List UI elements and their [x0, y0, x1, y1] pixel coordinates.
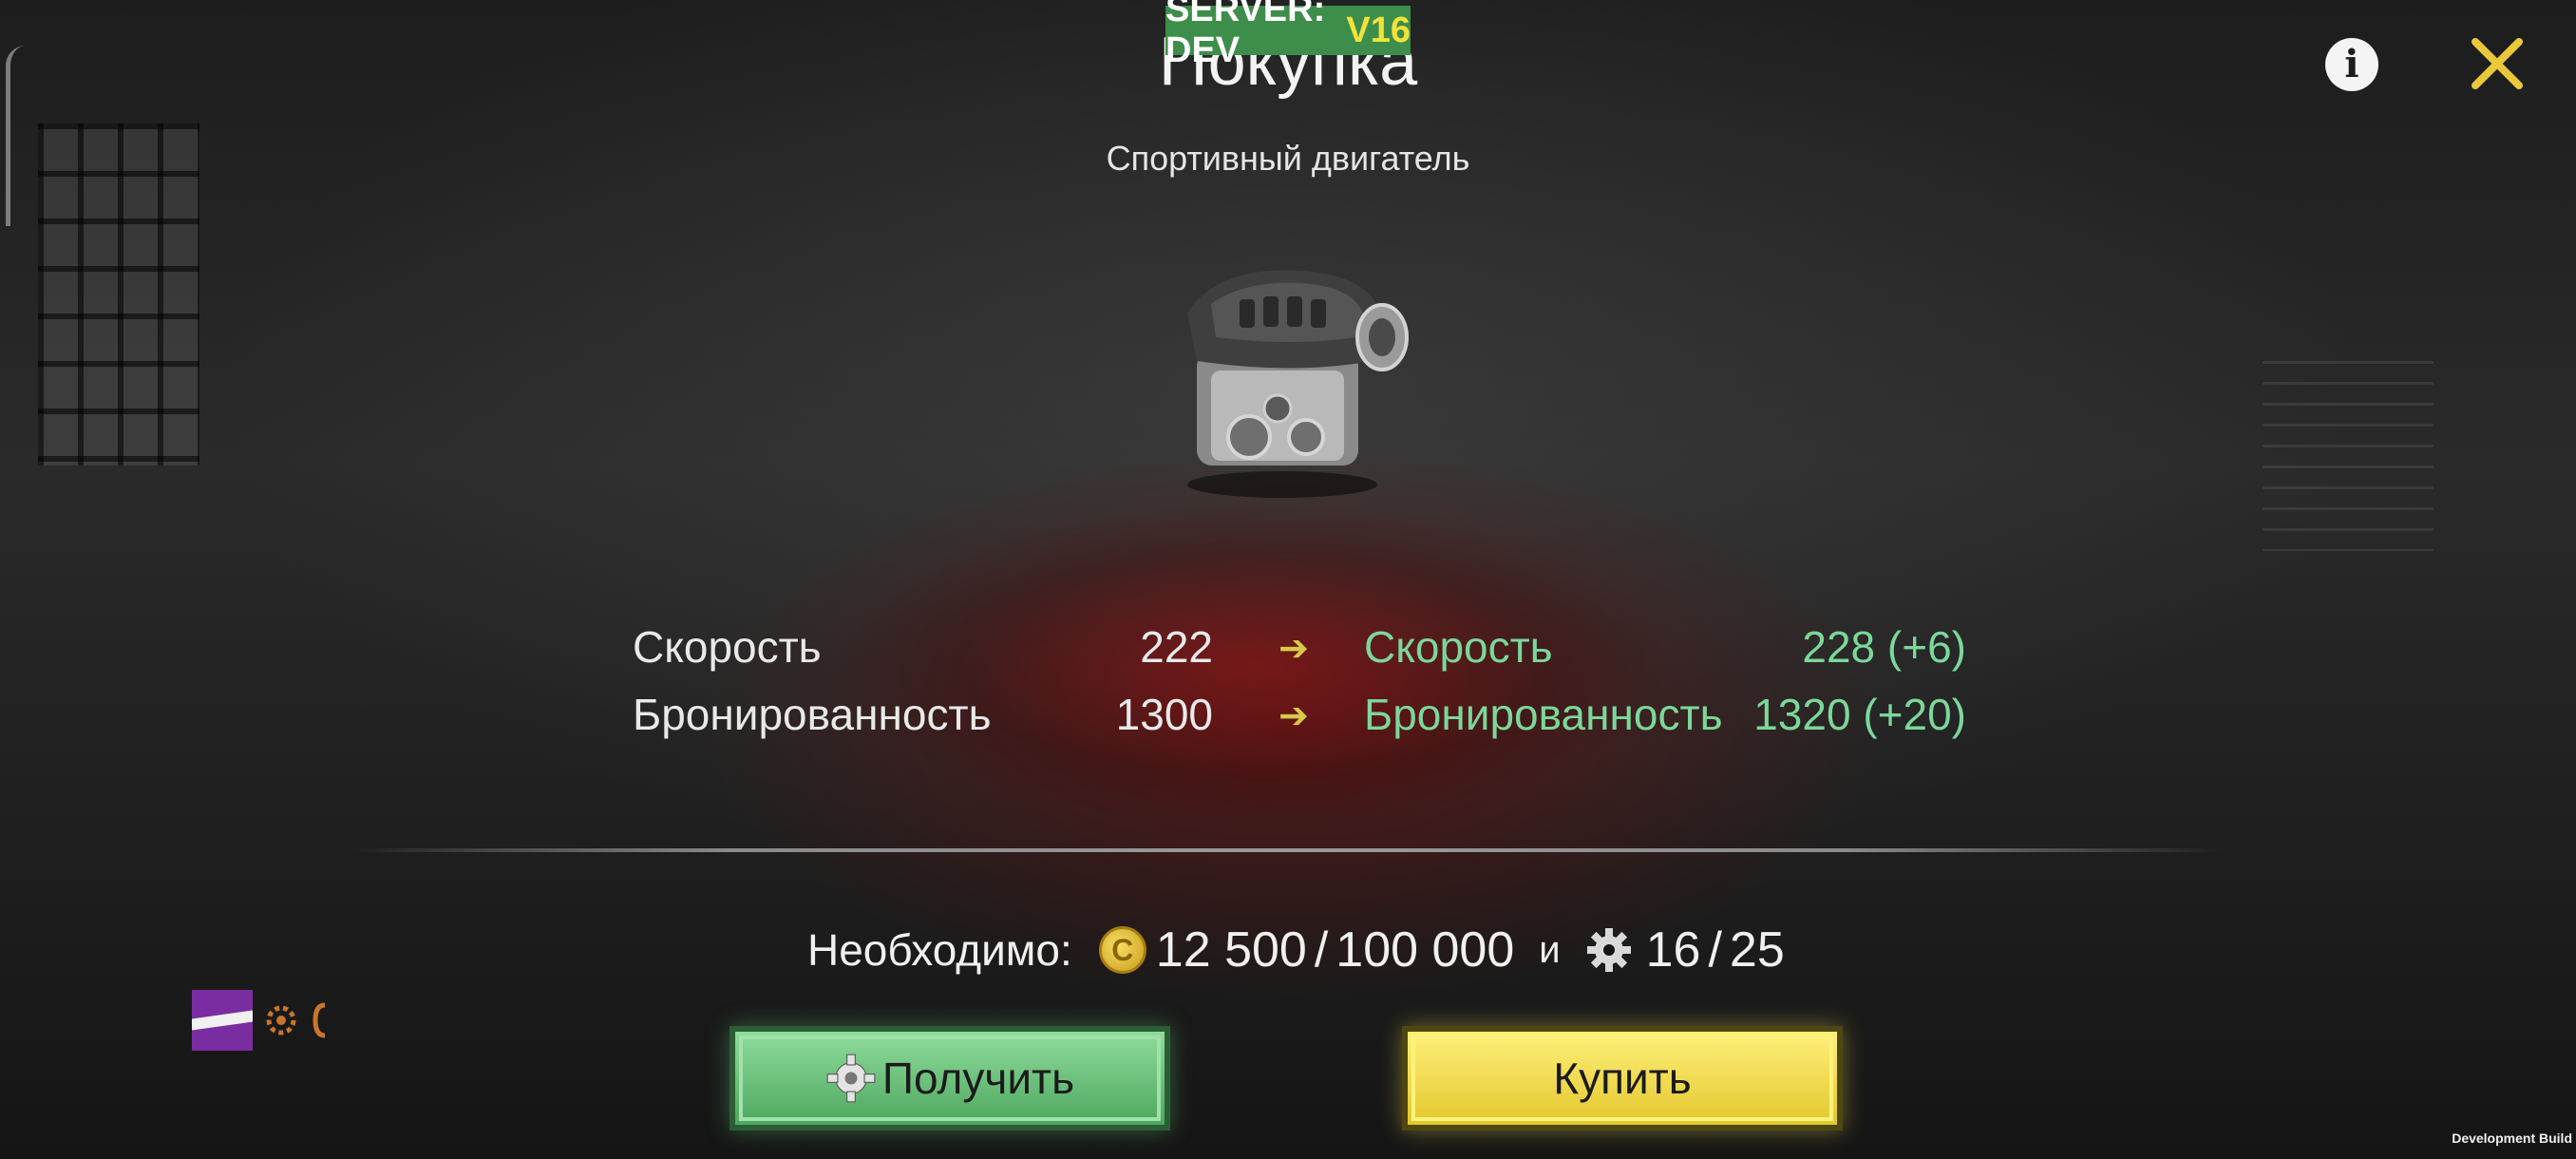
stat-label: Скорость — [633, 622, 822, 672]
arrow-right-icon: ➔ — [1279, 696, 1309, 736]
get-button-label: Получить — [881, 1054, 1075, 1103]
gear-icon — [1586, 928, 1631, 972]
coin-icon: C — [1098, 926, 1146, 974]
stat-label: Бронированность — [633, 690, 992, 739]
gear-icon — [826, 1054, 876, 1103]
server-label: SERVER: DEV — [1165, 0, 1326, 70]
parts-need: 25 — [1729, 922, 1785, 978]
stat-current-value: 1300 — [1115, 690, 1213, 739]
stat-new-value: 228 (+6) — [1802, 622, 1966, 672]
parts-have: 16 — [1645, 922, 1701, 978]
flag-icon — [192, 990, 253, 1051]
debug-widget — [192, 990, 331, 1051]
buy-button-label: Купить — [1553, 1054, 1692, 1103]
arrow-right-icon: ➔ — [1279, 629, 1309, 669]
conjunction: и — [1539, 928, 1561, 971]
gear-icon — [266, 1005, 296, 1036]
server-badge: SERVER: DEV V16 — [1165, 0, 1411, 70]
stat-new-value: 1320 (+20) — [1753, 690, 1966, 739]
stat-new-label: Бронированность — [1364, 690, 1723, 739]
bracket-icon — [313, 1002, 326, 1038]
version-label: V16 — [1346, 10, 1411, 50]
info-icon[interactable]: i — [2325, 38, 2378, 91]
get-button[interactable]: Получить — [729, 1026, 1170, 1130]
divider — [351, 848, 2225, 852]
stat-new-label: Скорость — [1364, 622, 1553, 672]
item-name: Спортивный двигатель — [1106, 139, 1470, 178]
development-build-label: Development Build — [2452, 1130, 2572, 1146]
requirements-label: Необходимо: — [807, 925, 1072, 975]
stat-row-armor: Бронированность 1300 ➔ Бронированность 1… — [0, 689, 2576, 746]
buy-button[interactable]: Купить — [1402, 1026, 1843, 1130]
stat-row-speed: Скорость 222 ➔ Скорость 228 (+6) — [0, 621, 2576, 678]
separator: / — [1708, 922, 1722, 978]
engine-image — [1187, 270, 1409, 498]
coins-need: 100 000 — [1335, 922, 1515, 978]
separator: / — [1314, 922, 1329, 978]
stat-current-value: 222 — [1140, 622, 1213, 672]
requirements-row: Необходимо: C 12 500 / 100 000 и 16 / 25 — [807, 920, 1785, 980]
coins-have: 12 500 — [1155, 922, 1307, 978]
garage-door — [2263, 361, 2434, 551]
close-icon[interactable] — [2468, 34, 2527, 93]
